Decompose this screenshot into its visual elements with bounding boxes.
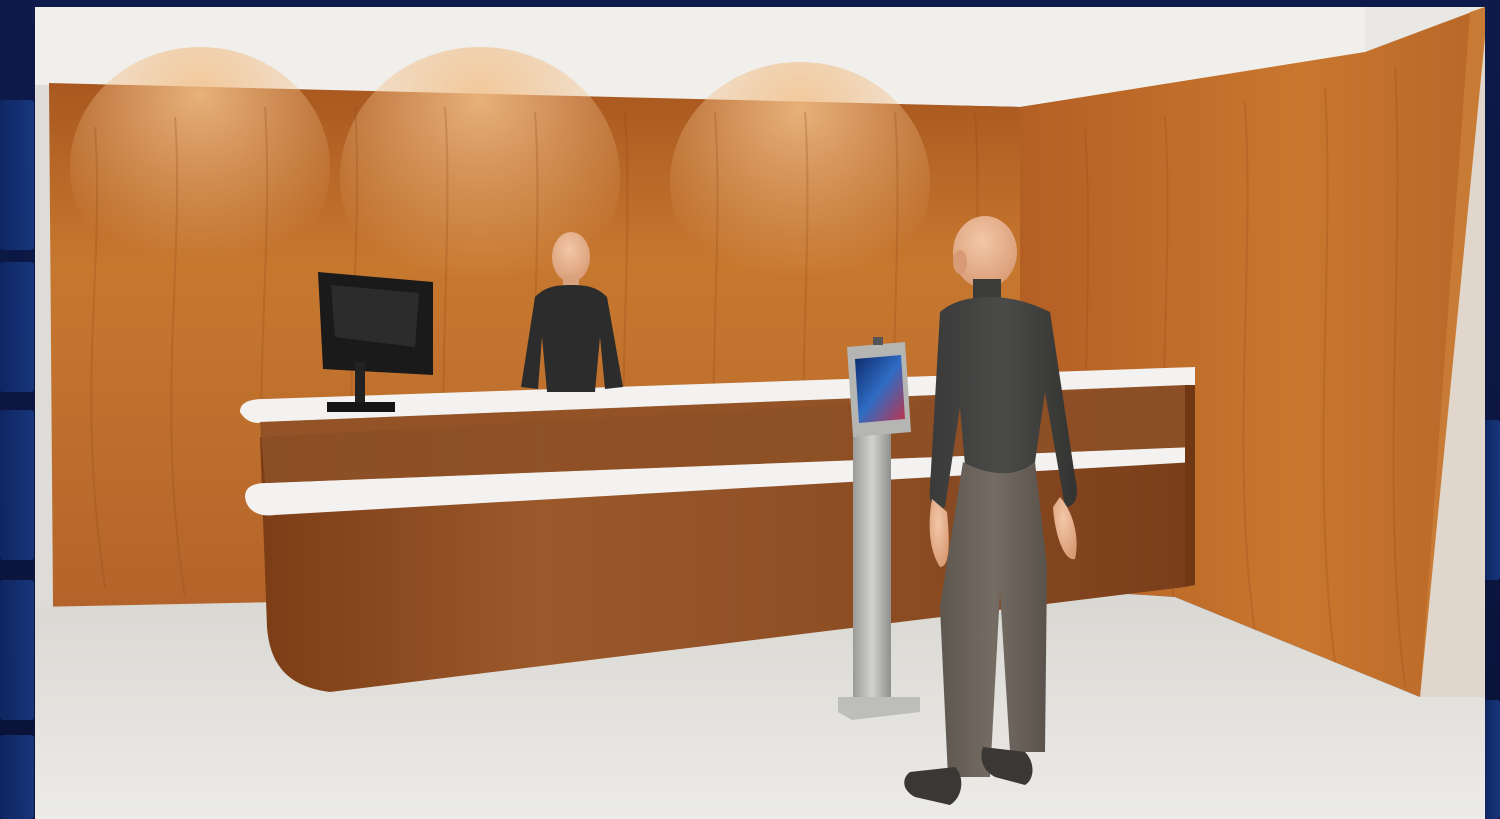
reception-scene	[35, 7, 1485, 819]
frame-edge-tile	[0, 262, 34, 392]
frame-edge-tile	[0, 100, 34, 250]
frame-edge-tile	[0, 410, 34, 560]
frame-edge-tile	[1484, 420, 1500, 580]
kiosk-screen-icon	[847, 337, 911, 437]
frame-edge-tile	[0, 580, 34, 720]
frame-edge-tile	[1484, 700, 1500, 819]
frame-edge-tile	[0, 735, 34, 819]
